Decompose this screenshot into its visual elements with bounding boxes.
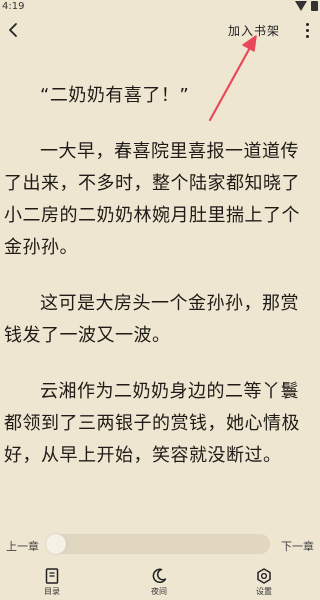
status-icons [295,1,318,11]
paragraph: 这可是大房头一个金孙孙，那赏钱发了一波又一波。 [4,293,299,346]
next-chapter-button[interactable]: 下一章 [281,538,314,554]
previous-text-fragment [4,34,64,46]
paragraph: 一大早，春喜院里喜报一道道传了出来，不多时，整个陆家都知晓了小二房的二奶奶林婉月… [4,141,300,258]
settings-label: 设置 [256,587,272,596]
status-time: 4:19 [2,1,25,12]
night-mode-button[interactable]: 夜间 [139,568,179,597]
more-options-button[interactable] [296,18,318,42]
catalog-button[interactable]: 目录 [32,568,72,597]
moon-icon [152,568,167,584]
reading-content: “二奶奶有喜了！” 一大早，春喜院里喜报一道道传了出来，不多时，整个陆家都知晓了… [4,80,316,496]
signal-icon [295,1,307,11]
paragraph: “二奶奶有喜了！” [40,85,190,106]
catalog-icon [45,568,59,584]
add-to-bookshelf-button[interactable]: 加入书架 [228,22,280,39]
settings-icon [257,568,271,584]
night-label: 夜间 [151,587,167,596]
paragraph: 云湘作为二奶奶身边的二等丫鬟都领到了三两银子的赏钱，她心情极好，从早上开始，笑容… [4,381,300,466]
more-vert-icon [305,22,309,26]
settings-button[interactable]: 设置 [244,568,284,597]
battery-icon [311,1,318,11]
progress-thumb[interactable] [46,534,66,554]
status-bar: 4:19 [0,0,320,14]
catalog-label: 目录 [44,587,60,596]
chapter-progress-slider[interactable] [46,534,270,554]
chapter-nav: 上一章 下一章 [0,528,320,560]
prev-chapter-button[interactable]: 上一章 [6,538,39,554]
bottom-nav: 目录 夜间 设置 [0,562,320,600]
